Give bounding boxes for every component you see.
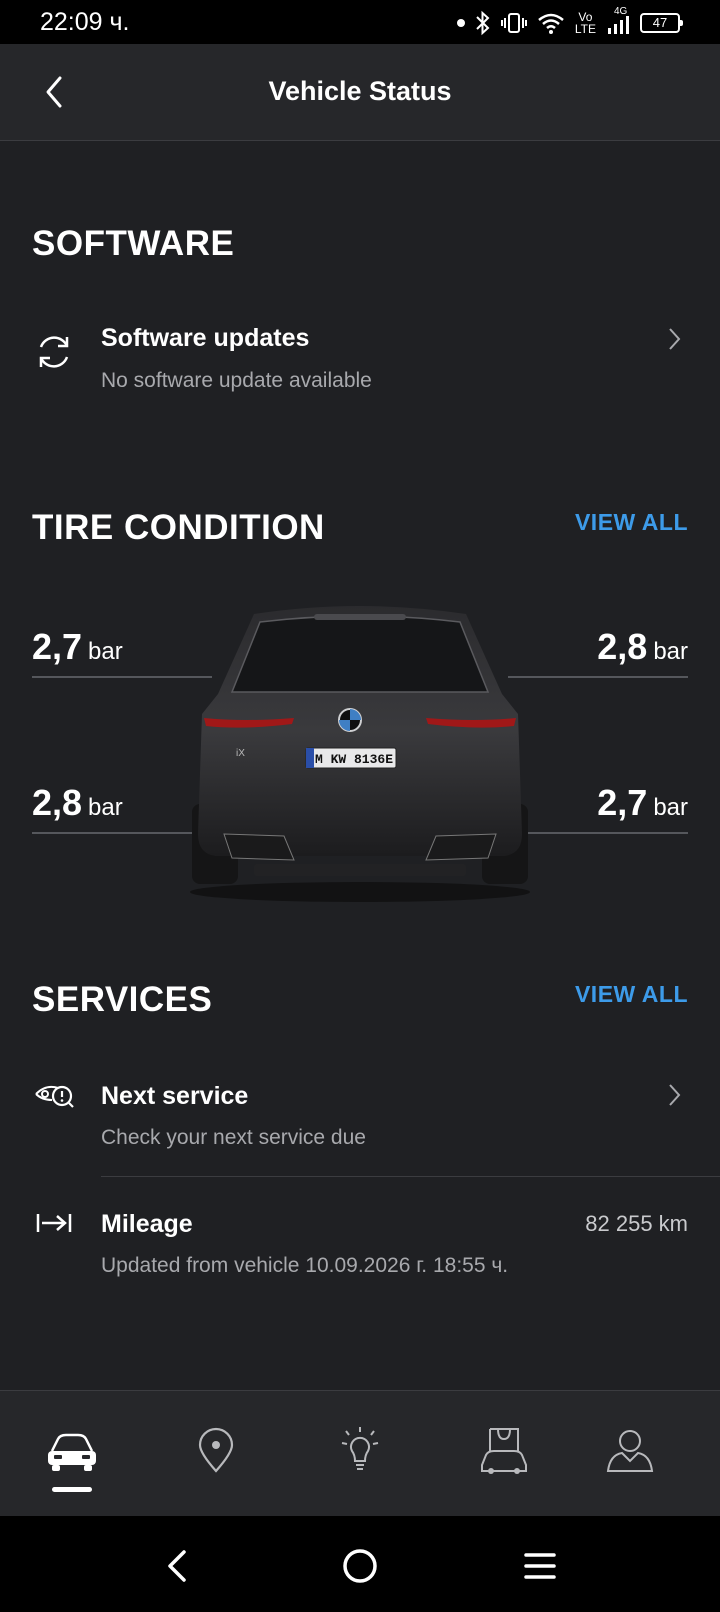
tire-unit: bar xyxy=(88,794,123,821)
location-pin-icon[interactable] xyxy=(186,1421,246,1481)
status-time: 22:09 ч. xyxy=(40,8,130,36)
tire-condition-section-title: TIRE CONDITION xyxy=(32,508,325,547)
service-inspection-icon xyxy=(35,1085,74,1108)
mileage-subtitle: Updated from vehicle 10.09.2026 г. 18:55… xyxy=(101,1254,509,1277)
tire-front-right: 2,8 bar xyxy=(597,626,688,668)
tire-view-all-link[interactable]: VIEW ALL xyxy=(575,509,688,536)
tire-rear-left-value: 2,8 xyxy=(32,782,83,823)
tire-front-right-line xyxy=(508,676,688,678)
tire-front-left-line xyxy=(32,676,212,678)
status-bar: 22:09 ч. Vo LTE 4G 47 xyxy=(0,0,720,44)
lightbulb-icon[interactable] xyxy=(330,1421,390,1481)
nav-back-icon[interactable] xyxy=(156,1544,200,1588)
mileage-title: Mileage xyxy=(101,1210,193,1238)
tire-rear-right-value: 2,7 xyxy=(597,782,648,823)
chevron-right-icon[interactable] xyxy=(664,325,684,353)
tire-rear-left: 2,8 bar xyxy=(32,782,123,824)
bottom-tab-bar xyxy=(0,1390,720,1517)
tire-unit: bar xyxy=(88,638,123,665)
mileage-icon xyxy=(36,1214,72,1232)
refresh-icon xyxy=(39,336,69,368)
header: Vehicle Status xyxy=(0,44,720,141)
signal-icon xyxy=(608,16,629,34)
software-updates-title[interactable]: Software updates xyxy=(101,324,309,353)
next-service-title[interactable]: Next service xyxy=(101,1082,248,1111)
page-title: Vehicle Status xyxy=(268,76,452,106)
model-badge: iX xyxy=(236,748,245,759)
vehicle-image: M KW 8136E iX xyxy=(190,606,530,902)
signal-indicator: 4G xyxy=(606,6,630,36)
services-divider xyxy=(101,1176,720,1177)
tire-unit: bar xyxy=(653,794,688,821)
notification-dot-icon xyxy=(456,19,465,27)
software-updates-subtitle: No software update available xyxy=(101,369,372,392)
tire-rear-left-line xyxy=(32,832,192,834)
app-screen: Vehicle Status SOFTWARE Software updates… xyxy=(0,44,720,1517)
vehicle-icon[interactable] xyxy=(42,1421,102,1481)
active-tab-indicator xyxy=(52,1487,92,1492)
vibrate-icon xyxy=(500,13,527,33)
battery-icon: 47 xyxy=(640,13,683,33)
next-service-subtitle: Check your next service due xyxy=(101,1126,366,1149)
tire-unit: bar xyxy=(653,638,688,665)
services-view-all-link[interactable]: VIEW ALL xyxy=(575,981,688,1008)
license-plate: M KW 8136E xyxy=(315,752,393,767)
chevron-right-icon[interactable] xyxy=(664,1081,684,1109)
bluetooth-icon xyxy=(476,10,490,36)
services-section-title: SERVICES xyxy=(32,980,213,1019)
mileage-value: 82 255 km xyxy=(585,1211,688,1236)
nav-menu-icon[interactable] xyxy=(518,1544,562,1588)
nav-home-icon[interactable] xyxy=(338,1544,382,1588)
shop-icon[interactable] xyxy=(474,1421,534,1481)
tire-rear-right: 2,7 bar xyxy=(597,782,688,824)
tire-rear-right-line xyxy=(528,832,688,834)
volte-bottom: LTE xyxy=(574,22,596,36)
volte-indicator: Vo LTE xyxy=(575,11,596,35)
system-navigation-bar xyxy=(0,1516,720,1612)
tire-front-right-value: 2,8 xyxy=(597,626,648,667)
tire-front-left: 2,7 bar xyxy=(32,626,123,668)
tire-front-left-value: 2,7 xyxy=(32,626,83,667)
profile-icon[interactable] xyxy=(600,1421,660,1481)
wifi-icon xyxy=(538,13,564,34)
software-section-title: SOFTWARE xyxy=(32,224,235,263)
status-icons: Vo LTE 4G 47 xyxy=(456,6,683,38)
